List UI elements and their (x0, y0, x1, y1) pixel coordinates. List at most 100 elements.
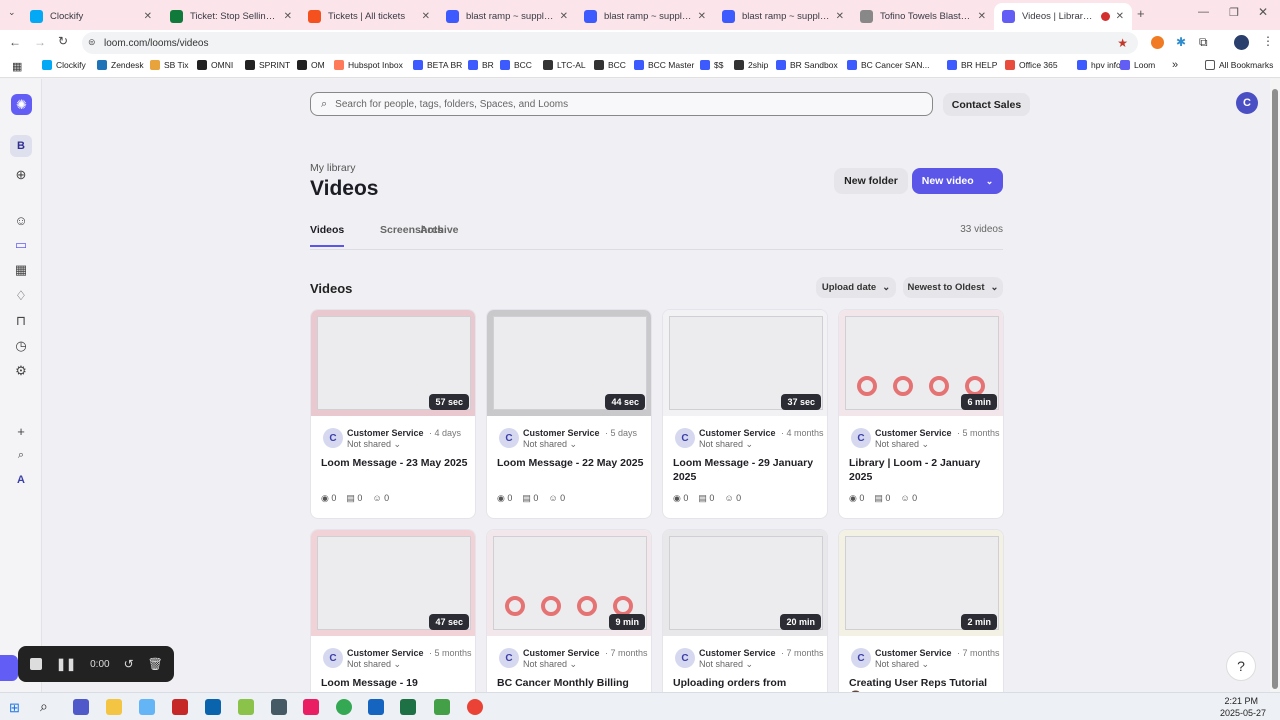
share-status[interactable]: Not shared ⌄ (699, 439, 753, 450)
bookmark-star-icon[interactable]: ★ (1117, 36, 1128, 50)
bookmark-link[interactable]: BC Cancer SAN... (847, 60, 930, 70)
share-status[interactable]: Not shared ⌄ (347, 439, 401, 450)
page-scrollbar[interactable] (1270, 79, 1280, 692)
video-title[interactable]: Creating User Reps Tutorial 👩 (849, 676, 997, 692)
minimize-icon[interactable]: — (1198, 6, 1209, 18)
share-status[interactable]: Not shared ⌄ (875, 439, 929, 450)
tab-close-icon[interactable]: ✕ (836, 11, 844, 22)
restart-icon[interactable]: ↺ (124, 657, 134, 671)
tab-close-icon[interactable]: ✕ (698, 11, 706, 22)
all-bookmarks-link[interactable]: All Bookmarks (1205, 60, 1273, 70)
video-title[interactable]: Loom Message - 23 May 2025 (321, 456, 469, 470)
share-status[interactable]: Not shared ⌄ (523, 659, 577, 670)
address-bar[interactable]: ⊜ loom.com/looms/videos ★ (82, 32, 1138, 54)
bookmark-link[interactable]: hpv info (1077, 60, 1121, 70)
notifications-bell-icon[interactable]: ♢ (11, 286, 31, 306)
browser-tab[interactable]: blast ramp ~ supply on d ✕ (576, 3, 714, 30)
slack-icon[interactable] (303, 699, 319, 715)
app-icon-red-badge[interactable] (434, 699, 450, 715)
contact-sales-button[interactable]: Contact Sales (943, 93, 1030, 116)
apps-grid-icon[interactable]: ▦ (12, 60, 22, 73)
history-clock-icon[interactable]: ◷ (11, 336, 31, 356)
bookmark-link[interactable]: BCC (500, 60, 532, 70)
profile-avatar-icon[interactable] (1234, 35, 1249, 50)
user-avatar[interactable]: C (1236, 92, 1258, 114)
extensions-puzzle-icon[interactable]: ⧉ (1199, 35, 1208, 50)
tab-videos[interactable]: Videos (310, 224, 345, 247)
excel-icon[interactable] (400, 699, 416, 715)
workspace-avatar[interactable]: B (10, 135, 32, 157)
file-explorer-icon[interactable] (106, 699, 122, 715)
snipping-tool-icon[interactable] (139, 699, 155, 715)
bookmark-link[interactable]: Loom (1120, 60, 1155, 70)
bookmark-link[interactable]: SPRINT (245, 60, 290, 70)
restore-icon[interactable]: ❐ (1229, 6, 1239, 19)
taskbar-search-icon[interactable]: ⌕ (40, 698, 48, 715)
bookmark-link[interactable]: OM (297, 60, 325, 70)
video-thumbnail[interactable]: 44 sec (487, 310, 651, 416)
share-status[interactable]: Not shared ⌄ (875, 659, 929, 670)
video-thumbnail[interactable]: 20 min (663, 530, 827, 636)
recorder-camera-bubble[interactable] (0, 655, 18, 681)
bookmark-link[interactable]: Zendesk (97, 60, 144, 70)
webex-icon[interactable] (368, 699, 384, 715)
tab-close-icon[interactable]: ✕ (978, 11, 986, 22)
video-card[interactable]: 37 sec C Customer Service · 4 months Not… (662, 309, 828, 519)
video-thumbnail[interactable]: 57 sec (311, 310, 475, 416)
outlook-icon[interactable] (205, 699, 221, 715)
library-icon[interactable]: ▭ (11, 235, 31, 255)
bookmark-link[interactable]: 2ship (734, 60, 768, 70)
tab-search-icon[interactable]: ⌄ (8, 7, 22, 21)
bookmarks-more-icon[interactable]: » (1172, 59, 1178, 71)
add-space-icon[interactable]: + (11, 421, 31, 441)
bookmark-link[interactable]: OMNI (197, 60, 233, 70)
video-thumbnail[interactable]: 47 sec (311, 530, 475, 636)
share-status[interactable]: Not shared ⌄ (699, 659, 753, 670)
video-title[interactable]: BC Cancer Monthly Billing (497, 676, 645, 690)
browser-tab[interactable]: Ticket: Stop Selling Featu ✕ (162, 3, 300, 30)
filezilla-icon[interactable] (172, 699, 188, 715)
bookmark-link[interactable]: BCC (594, 60, 626, 70)
back-icon[interactable]: ← (9, 35, 21, 49)
personal-icon[interactable]: ☺ (11, 210, 31, 230)
search-spaces-icon[interactable]: ⌕ (11, 445, 31, 465)
new-folder-button[interactable]: New folder (834, 168, 908, 194)
browser-tab[interactable]: blast ramp ~ supply on d ✕ (714, 3, 852, 30)
tab-close-icon[interactable]: ✕ (1116, 11, 1124, 22)
video-card[interactable]: 6 min C Customer Service · 5 months Not … (838, 309, 1004, 519)
video-title[interactable]: Loom Message - 19 December (321, 676, 469, 692)
video-title[interactable]: Loom Message - 22 May 2025 (497, 456, 645, 470)
video-thumbnail[interactable]: 9 min (487, 530, 651, 636)
video-card[interactable]: 20 min C Customer Service · 7 months Not… (662, 529, 828, 692)
meetings-icon[interactable]: ▦ (11, 260, 31, 280)
bookmark-link[interactable]: BR Sandbox (776, 60, 838, 70)
scrollbar-thumb[interactable] (1272, 89, 1278, 689)
watch-later-icon[interactable]: ⊓ (11, 311, 31, 331)
invite-members-icon[interactable]: ⊕ (11, 165, 31, 185)
settings-gear-icon[interactable]: ⚙ (11, 361, 31, 381)
browser-tab[interactable]: Tickets | All tickets ✕ (300, 3, 438, 30)
video-thumbnail[interactable]: 2 min (839, 530, 1003, 636)
extension-icon-1[interactable] (1151, 36, 1164, 49)
forward-icon[interactable]: → (34, 35, 46, 49)
video-card[interactable]: 9 min C Customer Service · 7 months Not … (486, 529, 652, 692)
bookmark-link[interactable]: Clockify (42, 60, 86, 70)
delete-recording-icon[interactable]: 🗑 (148, 657, 163, 671)
bookmark-link[interactable]: BR HELP (947, 60, 997, 70)
app-icon-8x8[interactable] (238, 699, 254, 715)
bookmark-link[interactable]: LTC-AL (543, 60, 586, 70)
search-input[interactable]: ⌕ Search for people, tags, folders, Spac… (310, 92, 933, 116)
stop-recording-icon[interactable] (30, 658, 42, 670)
browser-tab[interactable]: Videos | Library | Loom ✕ (994, 3, 1132, 30)
video-card[interactable]: 57 sec C Customer Service · 4 days Not s… (310, 309, 476, 519)
loom-logo-icon[interactable]: ✺ (11, 94, 32, 115)
extension-icon-2[interactable]: ✱ (1176, 35, 1186, 49)
video-card[interactable]: 47 sec C Customer Service · 5 months Not… (310, 529, 476, 692)
video-title[interactable]: Uploading orders from Shopify (673, 676, 821, 692)
site-info-icon[interactable]: ⊜ (88, 37, 96, 48)
bookmark-link[interactable]: BETA BR (413, 60, 462, 70)
bookmark-link[interactable]: BCC Master (634, 60, 694, 70)
chrome-icon[interactable] (336, 699, 352, 715)
help-button[interactable]: ? (1226, 651, 1256, 681)
bookmark-link[interactable]: Office 365 (1005, 60, 1058, 70)
